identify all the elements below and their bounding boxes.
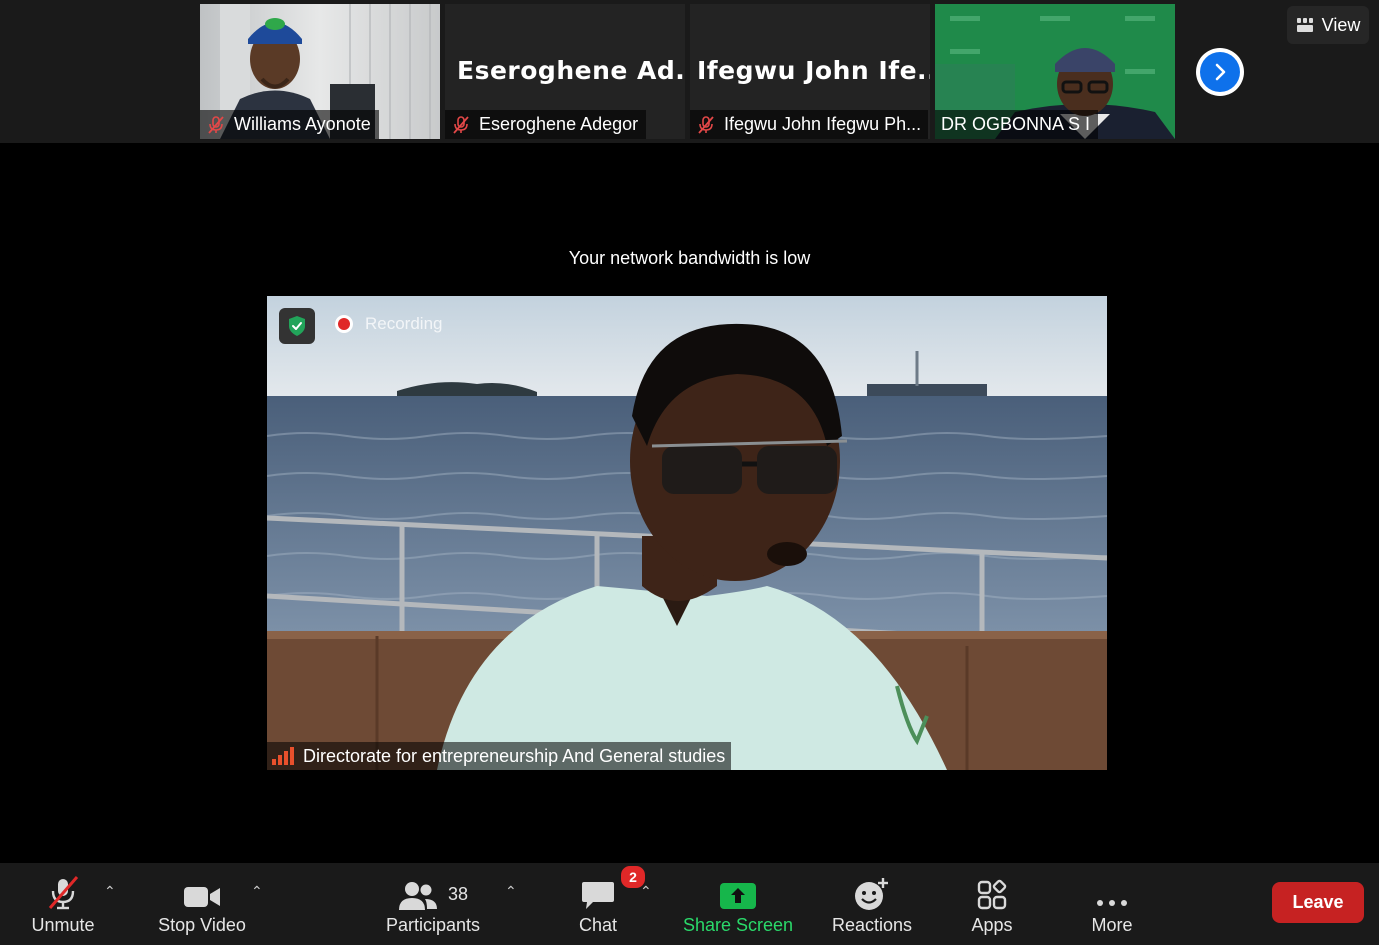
muted-microphone-icon: [48, 876, 79, 910]
participant-display-name: Ifegwu John Ife...: [697, 56, 930, 85]
reactions-button[interactable]: Reactions: [828, 863, 916, 945]
participants-label: Participants: [385, 915, 481, 935]
reactions-icon-wrap: [854, 863, 890, 915]
participant-name-label: Eseroghene Adegor: [445, 110, 647, 139]
apps-icon: [977, 879, 1007, 910]
chevron-right-icon: [1215, 63, 1226, 81]
apps-button[interactable]: Apps: [958, 863, 1026, 945]
chat-icon-wrap: 2: [581, 863, 647, 915]
apps-icon-wrap: [976, 863, 1008, 915]
share-screen-button[interactable]: Share Screen: [680, 863, 796, 945]
participant-name: DR OGBONNA S I: [941, 114, 1091, 134]
participants-icon-wrap: 38: [398, 863, 468, 915]
recording-dot-icon: [335, 315, 353, 333]
more-label: More: [1091, 915, 1133, 935]
view-button[interactable]: View: [1287, 6, 1369, 44]
unmute-icon-wrap: [45, 863, 81, 915]
view-button-label: View: [1321, 14, 1361, 35]
video-camera-icon: [184, 887, 220, 907]
stop-video-button[interactable]: Stop Video: [150, 863, 254, 945]
participant-name-label: Williams Ayonote: [200, 110, 379, 139]
more-button[interactable]: More: [1080, 863, 1144, 945]
participant-name-label: Ifegwu John Ifegwu Ph...: [690, 110, 928, 139]
encryption-shield-button[interactable]: [279, 308, 315, 344]
active-speaker-video[interactable]: Recording Directorate for entrepreneursh…: [267, 296, 1107, 770]
participant-tile-ifegwu[interactable]: Ifegwu John Ife... Ifegwu John Ifegwu Ph…: [690, 4, 930, 139]
participant-display-name: Eseroghene Ad...: [457, 56, 685, 85]
next-page-button[interactable]: [1196, 48, 1244, 96]
participants-button[interactable]: 38 Participants: [378, 863, 488, 945]
shield-check-icon: [289, 316, 305, 336]
speaker-video-frame: [267, 296, 1107, 770]
unmute-label: Unmute: [31, 915, 95, 935]
chat-options-caret[interactable]: ⌃: [640, 883, 652, 900]
recording-indicator[interactable]: Recording: [335, 314, 443, 334]
chat-bubble-icon: [582, 882, 614, 909]
more-icon-wrap: [1094, 863, 1130, 915]
participants-count: 38: [447, 884, 469, 904]
signal-strength-icon: [272, 747, 294, 765]
share-screen-icon-wrap: [719, 863, 757, 915]
participant-tile-eseroghene[interactable]: Eseroghene Ad... Eseroghene Adegor: [445, 4, 685, 139]
muted-mic-icon: [698, 115, 714, 134]
audio-options-caret[interactable]: ⌃: [104, 883, 116, 900]
video-options-caret[interactable]: ⌃: [251, 883, 263, 900]
participant-tile-williams[interactable]: Williams Ayonote: [200, 4, 440, 139]
recording-label: Recording: [365, 314, 443, 333]
network-bandwidth-notice: Your network bandwidth is low: [568, 248, 811, 268]
apps-label: Apps: [971, 915, 1013, 935]
speaker-name-label: Directorate for entrepreneurship And Gen…: [267, 742, 732, 770]
meeting-controls-toolbar: Unmute ⌃ Stop Video ⌃ 38 Participants ⌃: [0, 863, 1379, 945]
reactions-label: Reactions: [831, 915, 913, 935]
participants-options-caret[interactable]: ⌃: [505, 883, 517, 900]
participant-name-label: DR OGBONNA S I: [935, 110, 1099, 139]
chat-button[interactable]: 2 Chat: [562, 863, 647, 945]
smiley-add-icon: [855, 878, 888, 910]
more-dots-icon: [1097, 900, 1127, 906]
unmute-button[interactable]: Unmute: [22, 863, 104, 945]
share-screen-label: Share Screen: [682, 915, 794, 935]
participant-name: Williams Ayonote: [234, 114, 371, 134]
leave-button[interactable]: Leave: [1272, 882, 1364, 923]
share-screen-icon: [720, 883, 756, 909]
muted-mic-icon: [208, 115, 224, 134]
participant-name: Ifegwu John Ifegwu Ph...: [724, 114, 922, 134]
chat-label: Chat: [578, 915, 618, 935]
muted-mic-icon: [453, 115, 469, 134]
speaker-name: Directorate for entrepreneurship And Gen…: [303, 745, 726, 766]
video-icon-wrap: [183, 863, 221, 915]
grid-view-icon: [1296, 18, 1313, 32]
participant-name: Eseroghene Adegor: [479, 114, 639, 134]
participants-icon: [398, 882, 437, 910]
stop-video-label: Stop Video: [158, 915, 246, 935]
participant-strip: Williams Ayonote Eseroghene Ad... Eserog…: [0, 0, 1379, 143]
next-page-button-inner: [1200, 52, 1240, 92]
participant-tile-ogbonna[interactable]: DR OGBONNA S I: [935, 4, 1175, 139]
